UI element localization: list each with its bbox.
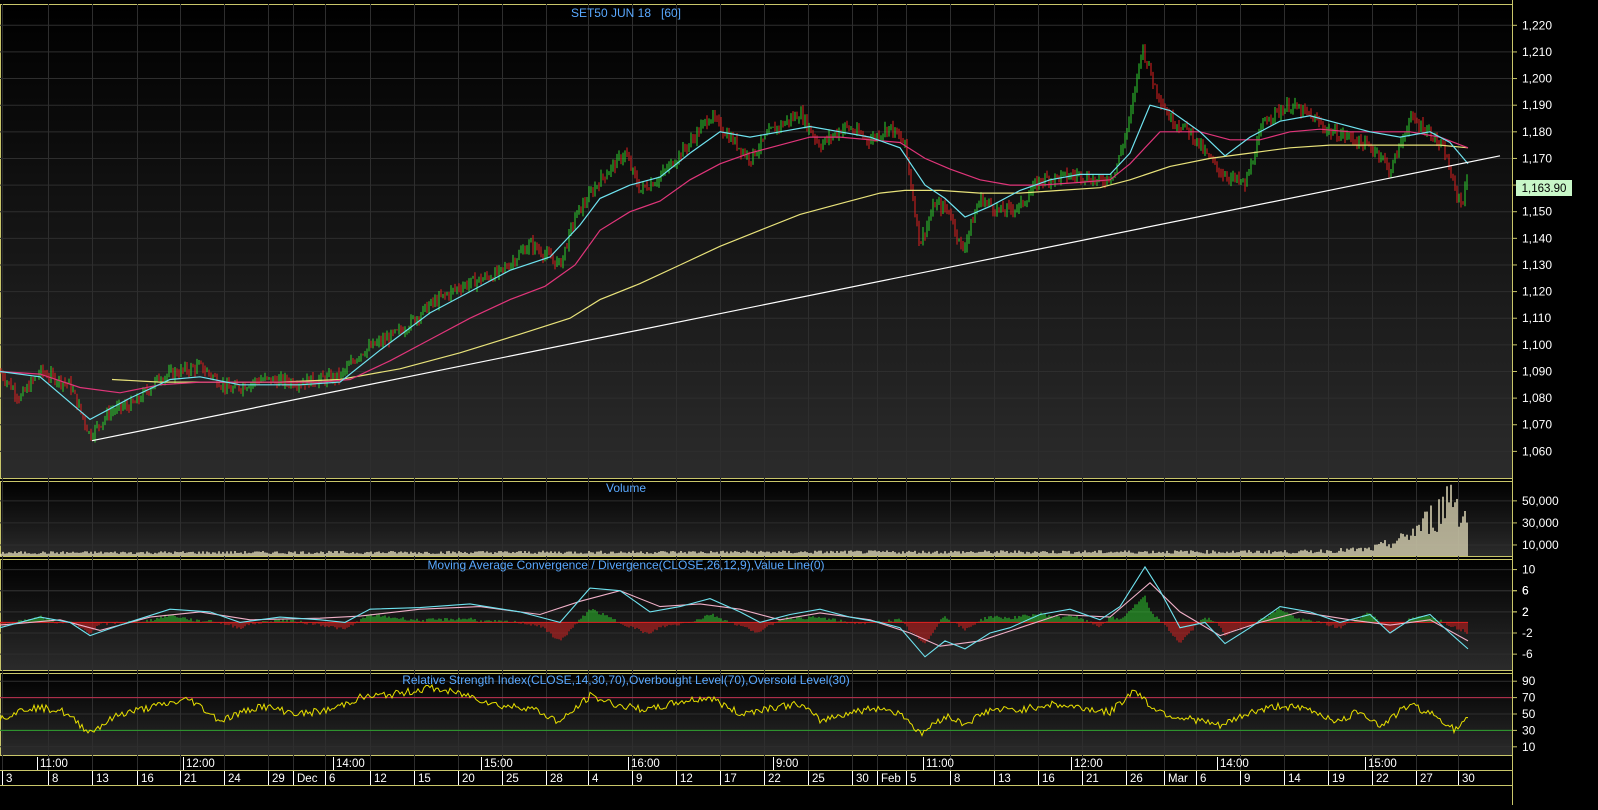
time-hour-label: 15:00: [484, 758, 513, 770]
time-hour-label: 12:00: [186, 758, 215, 770]
time-day-label: 25: [506, 773, 519, 785]
price-tick-label: 1,200: [1522, 72, 1552, 86]
time-day-label: 28: [550, 773, 563, 785]
price-tick-label: 1,090: [1522, 364, 1552, 378]
time-hour-label: 15:00: [1368, 758, 1397, 770]
macd-tick-label: 10: [1522, 563, 1536, 577]
time-day-label: 21: [1086, 773, 1099, 785]
rsi-tick-label: 70: [1522, 691, 1536, 705]
macd-tick-label: 6: [1522, 584, 1529, 598]
macd-panel-title: Moving Average Convergence / Divergence(…: [427, 558, 824, 572]
time-day-label: 21: [184, 773, 197, 785]
time-day-label: 17: [724, 773, 737, 785]
time-hour-label: 12:00: [1074, 758, 1103, 770]
price-tick-label: 1,100: [1522, 338, 1552, 352]
volume-tick-label: 50,000: [1522, 494, 1559, 508]
last-price-label: 1,163.90: [1522, 183, 1567, 195]
time-hour-label: 11:00: [926, 758, 954, 770]
time-day-label: 12: [374, 773, 387, 785]
time-day-label: 9: [636, 773, 642, 785]
rsi-panel-title: Relative Strength Index(CLOSE,14,30,70),…: [402, 673, 850, 687]
time-day-label: 14: [1288, 773, 1301, 785]
chart-svg[interactable]: 1,060 1,070 1,080 1,090 1,100 1,110 1,120 1,130…: [0, 0, 1598, 805]
time-day-label: 19: [1332, 773, 1345, 785]
time-day-label: 15: [418, 773, 431, 785]
time-day-label: 6: [329, 773, 335, 785]
time-day-label: 22: [1376, 773, 1389, 785]
time-hour-label: 14:00: [1220, 758, 1249, 770]
price-tick-label: 1,120: [1522, 285, 1552, 299]
volume-panel-title: Volume: [606, 481, 646, 495]
time-day-label: 3: [6, 773, 12, 785]
price-tick-label: 1,060: [1522, 444, 1552, 458]
price-tick-label: 1,180: [1522, 125, 1552, 139]
price-chart-title: SET50 JUN 18 [60]: [571, 6, 681, 20]
price-tick-label: 1,190: [1522, 98, 1552, 112]
time-day-label: 13: [96, 773, 109, 785]
time-day-label: 6: [1200, 773, 1206, 785]
time-day-label: 9: [1244, 773, 1250, 785]
time-day-label: 24: [228, 773, 241, 785]
time-day-label: 30: [856, 773, 869, 785]
price-tick-label: 1,070: [1522, 418, 1552, 432]
macd-tick-label: 2: [1522, 605, 1529, 619]
time-day-label: 27: [1420, 773, 1433, 785]
time-hour-label: 16:00: [631, 758, 660, 770]
time-day-label: 22: [768, 773, 781, 785]
time-day-label: 25: [812, 773, 825, 785]
price-tick-label: 1,130: [1522, 258, 1552, 272]
price-tick-label: 1,150: [1522, 205, 1552, 219]
rsi-tick-label: 30: [1522, 723, 1536, 737]
macd-tick-label: -2: [1522, 626, 1533, 640]
volume-tick-label: 10,000: [1522, 538, 1559, 552]
time-day-label: Dec: [297, 773, 318, 785]
time-day-label: 20: [462, 773, 475, 785]
price-tick-label: 1,140: [1522, 231, 1552, 245]
time-hour-label: 9:00: [776, 758, 798, 770]
time-day-label: Feb: [881, 773, 901, 785]
price-tick-label: 1,210: [1522, 45, 1552, 59]
rsi-tick-label: 90: [1522, 674, 1536, 688]
time-day-label: 16: [1042, 773, 1055, 785]
price-tick-label: 1,220: [1522, 18, 1552, 32]
rsi-tick-label: 10: [1522, 740, 1536, 754]
macd-tick-label: -6: [1522, 647, 1533, 661]
price-tick-label: 1,170: [1522, 151, 1552, 165]
time-day-label: 8: [52, 773, 58, 785]
last-price-tag: 1,163.90: [1516, 180, 1572, 196]
time-day-label: 13: [998, 773, 1011, 785]
time-day-label: 26: [1130, 773, 1143, 785]
price-tick-label: 1,080: [1522, 391, 1552, 405]
time-hour-label: 11:00: [40, 758, 68, 770]
rsi-tick-label: 50: [1522, 707, 1536, 721]
time-day-label: 30: [1462, 773, 1475, 785]
time-day-label: 16: [141, 773, 154, 785]
time-hour-label: 14:00: [336, 758, 365, 770]
time-day-label: 29: [272, 773, 285, 785]
volume-tick-label: 30,000: [1522, 516, 1559, 530]
time-day-label: 12: [680, 773, 693, 785]
price-tick-label: 1,110: [1522, 311, 1551, 325]
time-day-label: Mar: [1168, 773, 1188, 785]
time-day-label: 8: [954, 773, 960, 785]
trading-chart[interactable]: 1,060 1,070 1,080 1,090 1,100 1,110 1,120 1,130…: [0, 0, 1598, 805]
price-panel-bg: [0, 4, 1512, 478]
time-day-label: 5: [910, 773, 916, 785]
time-day-label: 4: [592, 773, 599, 785]
